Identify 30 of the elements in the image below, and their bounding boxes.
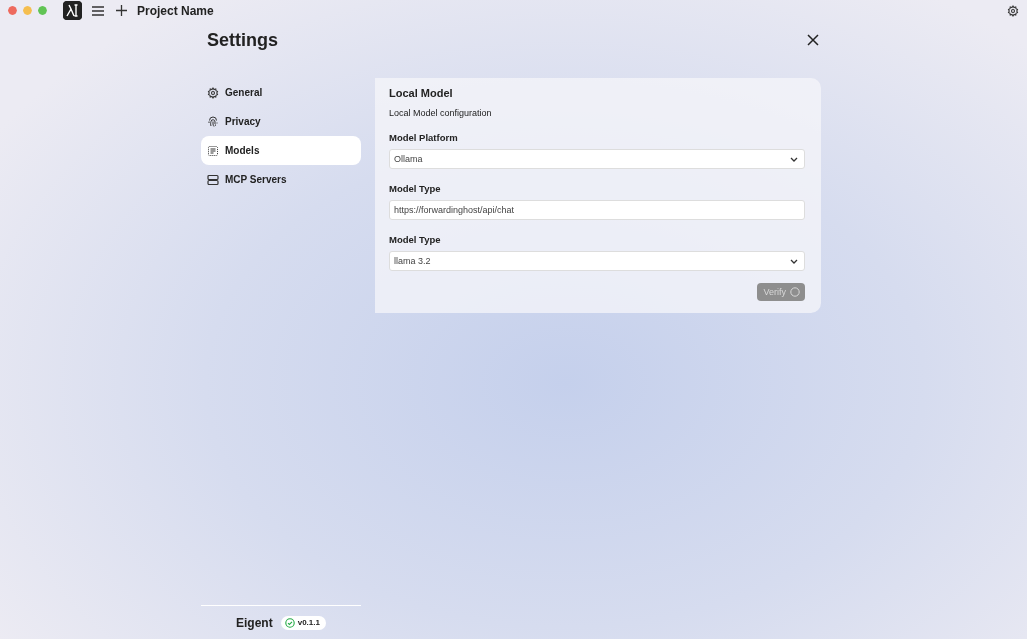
project-name[interactable]: Project Name — [137, 3, 214, 18]
sidebar-item[interactable]: MCP Servers — [201, 165, 361, 194]
fingerprint-icon — [207, 115, 219, 128]
panel-subtitle: Local Model configuration — [389, 108, 493, 118]
field-label: Model Type — [389, 234, 442, 245]
sidebar-item[interactable]: Privacy — [201, 107, 361, 136]
field-label: Model Platform — [389, 132, 459, 143]
sidebar-item[interactable]: General — [201, 78, 361, 107]
chevron-down-icon — [790, 156, 798, 162]
server-icon — [207, 173, 219, 186]
close-icon[interactable] — [807, 34, 819, 46]
dropdown[interactable]: Ollama — [389, 149, 805, 169]
logo-icon[interactable] — [63, 1, 82, 20]
spinner-icon — [790, 287, 800, 297]
settings-title: Settings — [207, 29, 278, 51]
plus-icon[interactable] — [116, 5, 127, 16]
sidebar-item[interactable]: Models — [201, 136, 361, 165]
check-circle-icon — [284, 617, 295, 628]
dropdown[interactable]: llama 3.2 — [389, 251, 805, 271]
version-badge: v0.1.1 — [280, 615, 326, 630]
list-icon — [207, 144, 219, 157]
settings-icon — [207, 86, 219, 99]
input-field[interactable]: https://forwardinghost/api/chat — [389, 200, 805, 220]
app-name: Eigent — [236, 615, 273, 630]
panel-title: Local Model — [389, 87, 454, 99]
field-label: Model Type — [389, 183, 442, 194]
close-window-icon[interactable] — [8, 6, 17, 15]
menu-icon[interactable] — [92, 5, 104, 16]
chevron-down-icon — [790, 258, 798, 264]
settings-icon[interactable] — [1007, 4, 1019, 17]
